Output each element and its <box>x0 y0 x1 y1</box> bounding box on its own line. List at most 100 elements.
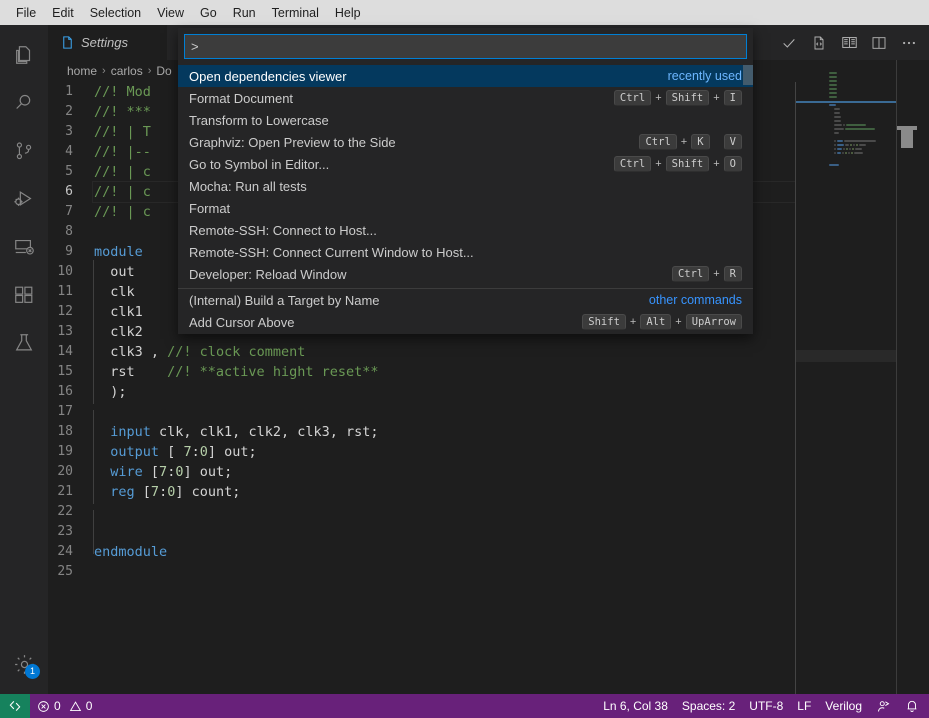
minimap-slider[interactable] <box>796 350 896 362</box>
command-palette-item[interactable]: Transform to Lowercase <box>178 109 753 131</box>
minimap-line <box>829 76 838 78</box>
remote-indicator[interactable] <box>0 694 30 718</box>
status-eol[interactable]: LF <box>790 694 818 718</box>
sidebar-item-extensions[interactable] <box>0 271 48 319</box>
command-palette-item[interactable]: Go to Symbol in Editor... Ctrl + Shift + O <box>178 153 753 175</box>
command-palette-item-label: Mocha: Run all tests <box>189 178 307 194</box>
menu-item-edit[interactable]: Edit <box>44 3 82 23</box>
code-token: //! |-- <box>94 144 151 160</box>
minimap-line <box>829 88 838 90</box>
aux-scrollbar-thumb[interactable] <box>897 126 917 148</box>
manage-settings-button[interactable]: 1 <box>0 640 48 688</box>
command-palette-item[interactable]: Remote-SSH: Connect to Host... <box>178 219 753 241</box>
minimap-line <box>834 132 839 134</box>
status-bar: 0 0 Ln 6, Col 38 Spaces: 2 UTF-8 LF Veri… <box>0 694 929 718</box>
code-token: //! Mod <box>94 84 151 100</box>
menu-item-selection[interactable]: Selection <box>82 3 149 23</box>
code-token: ] out; <box>183 464 233 480</box>
code-line[interactable]: 15 rst //! **active hight reset** <box>48 360 795 384</box>
breadcrumb-item[interactable]: home <box>67 64 97 78</box>
minimap-line <box>837 148 842 150</box>
command-palette-item[interactable]: Remote-SSH: Connect Current Window to Ho… <box>178 241 753 263</box>
status-language-mode[interactable]: Verilog <box>818 694 869 718</box>
command-palette-input-row <box>178 28 753 65</box>
code-line[interactable]: 18 input clk, clk1, clk2, clk3, rst; <box>48 420 795 444</box>
line-number: 22 <box>57 504 73 519</box>
breadcrumb-item[interactable]: Do <box>156 64 171 78</box>
status-encoding[interactable]: UTF-8 <box>742 694 790 718</box>
more-actions-button[interactable] <box>895 29 923 57</box>
command-palette-list: Open dependencies viewer recently used For… <box>178 65 753 333</box>
command-palette-item[interactable]: Graphviz: Open Preview to the Side Ctrl + K… <box>178 131 753 153</box>
open-preview-button[interactable] <box>835 29 863 57</box>
command-palette-item-label: Remote-SSH: Connect to Host... <box>189 222 377 238</box>
code-line[interactable]: 19 output [ 7:0] out; <box>48 440 795 464</box>
menu-item-help[interactable]: Help <box>327 3 369 23</box>
command-palette-item-label: Format <box>189 200 231 216</box>
command-palette-input[interactable] <box>184 34 747 59</box>
split-editor-button[interactable] <box>865 29 893 57</box>
command-palette-scrollbar[interactable] <box>743 65 753 85</box>
code-token: ] out; <box>207 444 257 460</box>
command-palette-item[interactable]: Format Document Ctrl + Shift + I <box>178 87 753 109</box>
line-number: 15 <box>57 364 73 379</box>
minimap[interactable] <box>796 60 896 694</box>
command-palette-item[interactable]: Open dependencies viewer recently used <box>178 65 753 87</box>
status-notifications[interactable] <box>898 694 929 718</box>
menu-item-view[interactable]: View <box>149 3 192 23</box>
line-number: 9 <box>65 244 73 259</box>
code-line[interactable]: 14 clk3 , //! clock comment <box>48 340 795 364</box>
tab-settings[interactable]: Settings <box>48 25 168 60</box>
open-source-button[interactable] <box>805 29 833 57</box>
sidebar-item-explorer[interactable] <box>0 31 48 79</box>
code-line[interactable]: 21 reg [7:0] count; <box>48 480 795 504</box>
minimap-line <box>837 152 841 154</box>
command-palette-item-label: Go to Symbol in Editor... <box>189 156 330 172</box>
sidebar-item-remote-explorer[interactable] <box>0 223 48 271</box>
code-line[interactable]: 22 <box>48 502 795 534</box>
code-token: clk <box>94 284 135 300</box>
sidebar-item-run-and-debug[interactable] <box>0 175 48 223</box>
status-problems[interactable]: 0 0 <box>30 694 99 718</box>
command-palette-item[interactable]: (Internal) Build a Target by Name other c… <box>178 289 753 311</box>
command-palette-item[interactable]: Mocha: Run all tests <box>178 175 753 197</box>
command-palette-item-right: Shift + Alt + UpArrow <box>582 314 742 330</box>
error-icon <box>37 700 50 713</box>
command-palette-item[interactable]: Format <box>178 197 753 219</box>
code-line[interactable]: 17 <box>48 402 795 434</box>
sidebar-item-testing[interactable] <box>0 319 48 367</box>
code-token: input <box>110 424 151 440</box>
menu-item-terminal[interactable]: Terminal <box>264 3 327 23</box>
menu-item-run[interactable]: Run <box>225 3 264 23</box>
command-palette-item-label: (Internal) Build a Target by Name <box>189 292 380 308</box>
code-line[interactable]: 20 wire [7:0] out; <box>48 460 795 484</box>
code-token: clk, clk1, clk2, clk3, rst; <box>150 424 379 440</box>
code-line[interactable]: 16 ); <box>48 380 795 404</box>
command-palette-item[interactable]: Add Cursor Above Shift + Alt + UpArrow <box>178 311 753 333</box>
code-line[interactable]: 23 <box>48 522 795 554</box>
status-feedback[interactable] <box>869 694 898 718</box>
code-token: 7 <box>159 464 168 480</box>
feedback-icon <box>876 699 891 714</box>
status-cursor-position[interactable]: Ln 6, Col 38 <box>596 694 675 718</box>
menu-item-go[interactable]: Go <box>192 3 225 23</box>
keybinding-key: I <box>723 90 742 106</box>
line-content: input clk, clk1, clk2, clk3, rst; <box>93 420 795 444</box>
minimap-line <box>829 92 838 94</box>
menu-item-file[interactable]: File <box>8 3 44 23</box>
secondary-side-bar[interactable] <box>896 60 929 694</box>
command-palette-item[interactable]: Developer: Reload Window Ctrl + R <box>178 263 753 285</box>
status-indentation[interactable]: Spaces: 2 <box>675 694 742 718</box>
check-button[interactable] <box>775 29 803 57</box>
code-line[interactable]: 24 endmodule <box>48 542 795 562</box>
breadcrumb-item[interactable]: carlos <box>111 64 143 78</box>
keybinding-separator: + <box>680 136 688 148</box>
command-palette-item-label: Remote-SSH: Connect Current Window to Ho… <box>189 244 474 260</box>
command-palette[interactable]: Open dependencies viewer recently used For… <box>178 28 753 334</box>
sidebar-item-search[interactable] <box>0 79 48 127</box>
minimap-line <box>834 124 843 126</box>
command-palette-item-right: Ctrl + Shift + O <box>613 156 742 172</box>
sidebar-item-source-control[interactable] <box>0 127 48 175</box>
code-line[interactable]: 25 <box>48 562 795 582</box>
